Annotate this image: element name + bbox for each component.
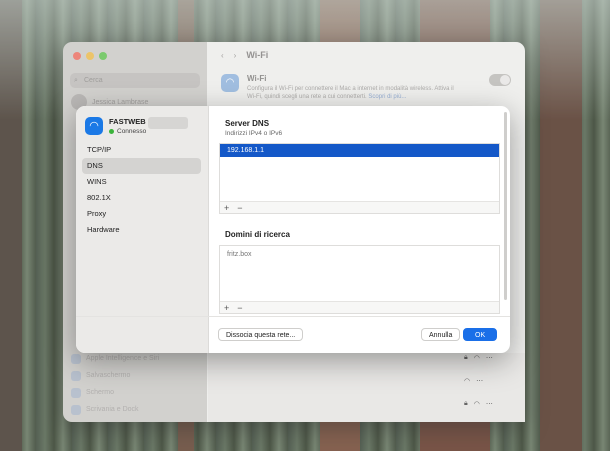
search-domain-footer: + − bbox=[220, 301, 499, 313]
network-status: Connesso bbox=[109, 128, 146, 135]
ok-button[interactable]: OK bbox=[463, 328, 498, 341]
dns-server-row[interactable]: 192.168.1.1 bbox=[220, 144, 499, 157]
remove-domain-button[interactable]: − bbox=[237, 303, 242, 313]
nav-item-8021x[interactable]: 802.1X bbox=[82, 190, 201, 206]
search-domain-list[interactable]: fritz.box + − bbox=[219, 245, 500, 314]
wifi-signal-icon: ◠ bbox=[464, 378, 471, 385]
sheet-scrollbar[interactable] bbox=[504, 112, 507, 300]
wifi-icon: ◠ bbox=[85, 117, 103, 135]
wifi-signal-icon: ◠ bbox=[473, 355, 480, 362]
nav-item-dns[interactable]: DNS bbox=[82, 158, 201, 174]
wifi-signal-icon: ◠ bbox=[473, 401, 480, 408]
dns-section-title: Server DNS bbox=[225, 119, 270, 128]
network-name: FASTWEB bbox=[109, 117, 146, 126]
remove-dns-button[interactable]: − bbox=[237, 203, 242, 213]
lock-icon: 🔒︎ bbox=[464, 354, 468, 361]
more-icon[interactable]: ⋯ bbox=[486, 400, 493, 408]
forget-network-button[interactable]: Dissocia questa rete... bbox=[218, 328, 304, 341]
network-details-sheet: ◠ FASTWEB Connesso TCP/IP DNS WINS 802.1… bbox=[76, 106, 510, 353]
nav-item-tcpip[interactable]: TCP/IP bbox=[82, 142, 201, 158]
cancel-button[interactable]: Annulla bbox=[421, 328, 461, 341]
lock-icon: 🔒︎ bbox=[464, 400, 468, 407]
dns-section-subtitle: Indirizzi IPv4 o IPv6 bbox=[225, 130, 283, 137]
search-domains-title: Domini di ricerca bbox=[225, 230, 290, 239]
nav-item-wins[interactable]: WINS bbox=[82, 174, 201, 190]
more-icon[interactable]: ⋯ bbox=[476, 377, 483, 385]
sheet-button-bar: Dissocia questa rete... Annulla OK bbox=[76, 316, 510, 353]
nav-item-proxy[interactable]: Proxy bbox=[82, 206, 201, 222]
add-dns-button[interactable]: + bbox=[224, 203, 229, 213]
add-domain-button[interactable]: + bbox=[224, 303, 229, 313]
network-row[interactable]: ◠ ⋯ bbox=[464, 377, 483, 385]
network-row[interactable]: 🔒︎ ◠ ⋯ bbox=[464, 354, 493, 362]
dns-server-list[interactable]: 192.168.1.1 + − bbox=[219, 143, 500, 214]
dns-list-footer: + − bbox=[220, 201, 499, 213]
network-row[interactable]: 🔒︎ ◠ ⋯ bbox=[464, 400, 493, 408]
redacted-label bbox=[148, 117, 188, 129]
more-icon[interactable]: ⋯ bbox=[486, 354, 493, 362]
nav-item-hardware[interactable]: Hardware bbox=[82, 222, 201, 238]
network-header: ◠ FASTWEB Connesso bbox=[85, 117, 146, 135]
connected-dot-icon bbox=[109, 129, 114, 134]
network-list-background bbox=[208, 353, 525, 422]
sheet-nav: TCP/IP DNS WINS 802.1X Proxy Hardware bbox=[82, 142, 201, 238]
search-domain-row[interactable]: fritz.box bbox=[220, 248, 499, 261]
